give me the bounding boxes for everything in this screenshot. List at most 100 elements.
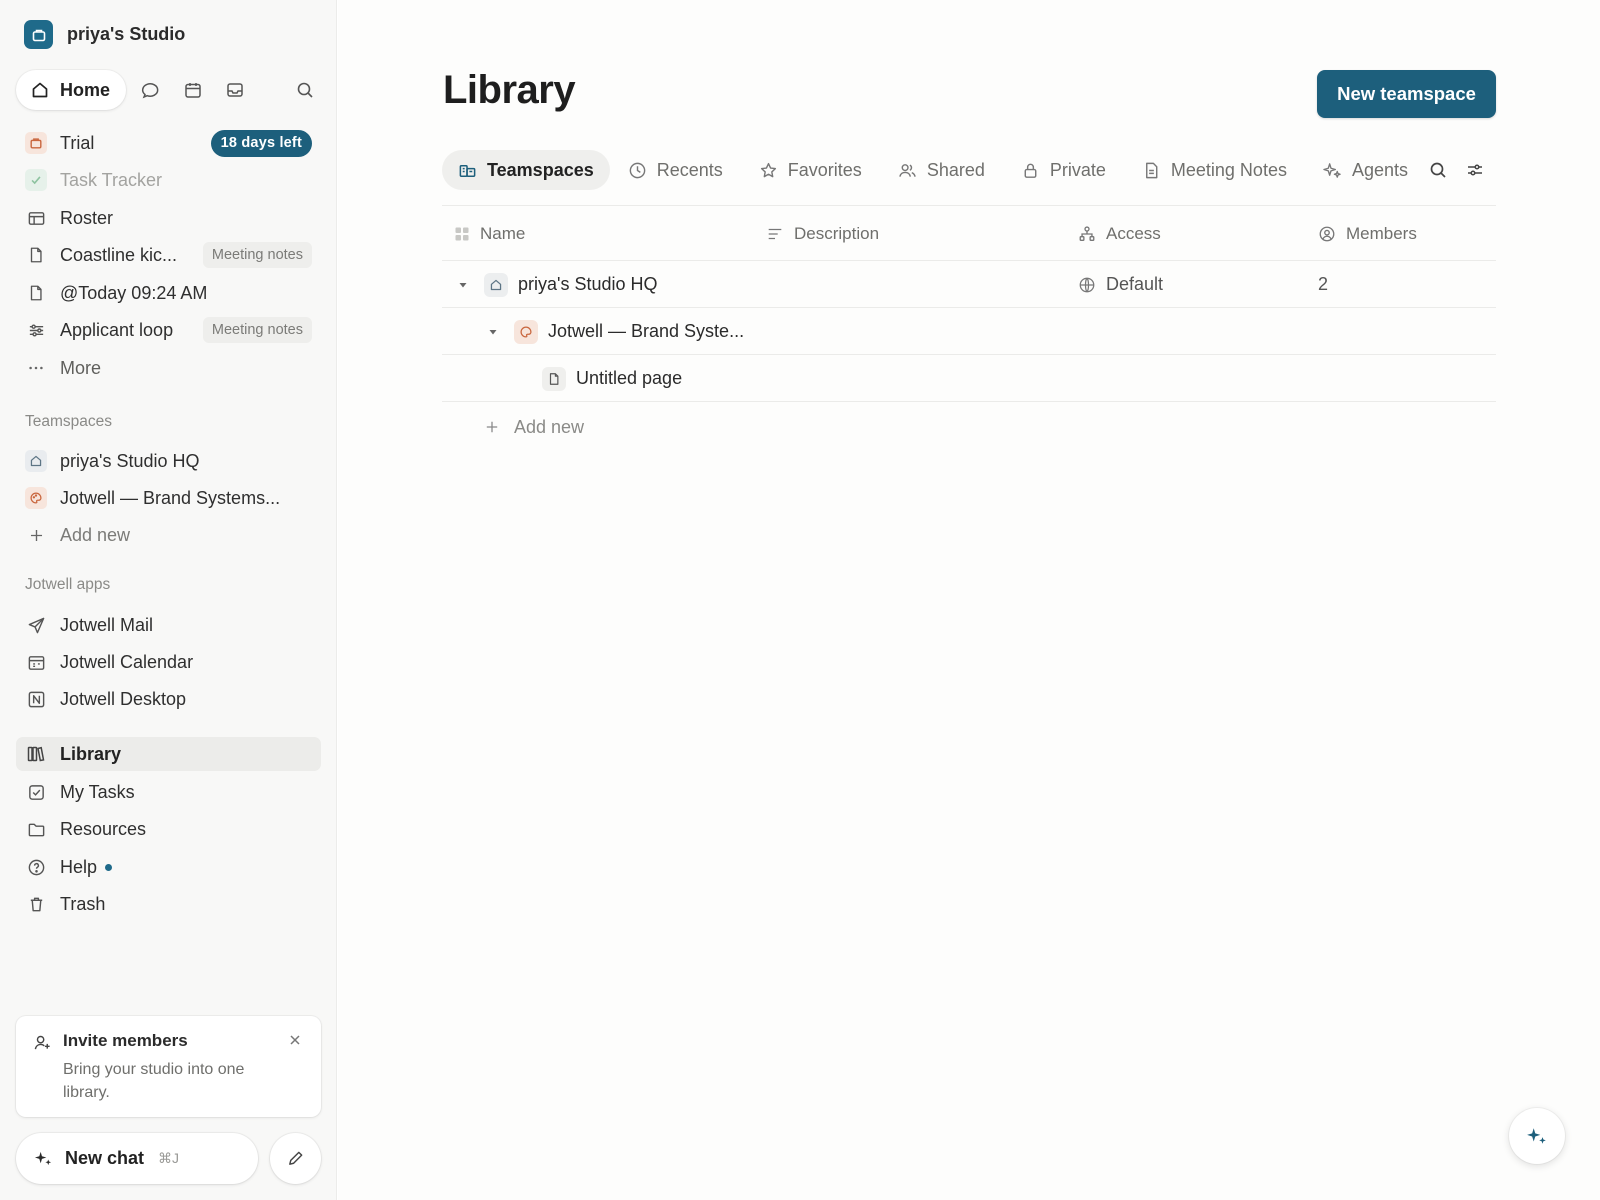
home-icon [484,272,508,297]
document-icon [1145,162,1158,178]
row-access: Default [1106,274,1164,294]
page-icon [542,366,566,391]
home-button[interactable]: Home [16,70,127,110]
tab-label: Shared [926,159,985,180]
sidebar-item-task-tracker[interactable]: Task Tracker [16,163,321,197]
search-icon[interactable] [1423,155,1453,185]
row-name-cell: Untitled page [542,355,682,402]
column-header-members[interactable]: Members [1318,206,1417,262]
sidebar-item-applicant-loop[interactable]: Applicant loop Meeting notes [16,313,321,347]
column-header-description[interactable]: Description [766,206,879,262]
sidebar-item-label: More [60,357,102,378]
tab-recents[interactable]: Recents [610,150,741,190]
chat-icon[interactable] [135,74,167,106]
main-content: Library New teamspace Teamspaces Recents… [338,0,1600,1200]
sidebar-item-label: Task Tracker [60,169,163,190]
sidebar-item-today[interactable]: @Today 09:24 AM [16,276,321,310]
top-nav: Home [16,70,321,110]
sidebar-item-desktop[interactable]: Jotwell Desktop [16,682,321,716]
teamspaces-section-title: Teamspaces [25,413,113,430]
trial-badge[interactable]: 18 days left [210,129,312,157]
sidebar-item-trash[interactable]: Trash [16,887,321,921]
sidebar-item-help[interactable]: Help [16,850,321,884]
sidebar-item-trial[interactable]: Trial 18 days left [16,126,321,160]
close-icon[interactable] [284,1029,306,1051]
invite-title: Invite members [63,1031,188,1050]
column-header-name[interactable]: Name [454,206,525,262]
sidebar-item-calendar[interactable]: Jotwell Calendar [16,645,321,679]
sidebar-item-mail[interactable]: Jotwell Mail [16,608,321,642]
sidebar-item-label: priya's Studio HQ [60,450,200,471]
sidebar-item-my-tasks[interactable]: My Tasks [16,775,321,809]
page-title: Library [443,68,576,112]
table-header: Name Description Access Members [442,205,1496,261]
library-icon [25,743,47,765]
sidebar-item-library[interactable]: Library [16,737,321,771]
sidebar-item-studio-hq[interactable]: priya's Studio HQ [16,444,321,478]
folder-icon [25,818,47,840]
table-row[interactable]: Untitled page [442,355,1496,402]
new-chat-label: New chat [65,1148,145,1168]
teamspaces-table: Name Description Access Members priya's … [442,205,1496,452]
page-icon [25,282,47,304]
sparkle-icon [1527,1128,1546,1144]
caret-down-icon[interactable] [484,323,502,341]
column-header-access[interactable]: Access [1078,206,1161,262]
search-icon[interactable] [289,74,321,106]
home-label: Home [60,79,111,100]
inbox-icon[interactable] [219,74,251,106]
sidebar-item-label: Jotwell Desktop [60,688,187,709]
filter-settings-icon[interactable] [1460,155,1490,185]
tab-private[interactable]: Private [1003,150,1124,190]
sidebar: priya's Studio Home Trial 18 days left T… [0,0,337,1200]
grid-icon [455,227,469,241]
table-row[interactable]: priya's Studio HQ Default 2 [442,261,1496,308]
tab-shared[interactable]: Shared [880,150,1003,190]
compose-button[interactable] [270,1133,321,1184]
trash-icon [25,893,47,915]
home-icon [32,82,48,98]
more-icon [25,357,47,379]
clock-icon [629,162,646,178]
teamspace-icon [459,164,476,177]
tab-meeting-notes[interactable]: Meeting Notes [1124,150,1305,190]
palette-icon [514,319,538,344]
text-lines-icon [768,228,782,240]
tab-teamspaces[interactable]: Teamspaces [442,150,610,190]
plus-icon [486,421,498,433]
tab-label: Private [1049,159,1106,180]
tab-label: Meeting Notes [1170,159,1287,180]
home-icon [25,450,47,472]
sliders-icon [25,319,47,341]
tab-label: Agents [1351,159,1408,180]
workspace-switcher[interactable]: priya's Studio [24,20,185,49]
calendar-icon[interactable] [177,74,209,106]
sidebar-item-roster[interactable]: Roster [16,201,321,235]
sidebar-item-label: Resources [60,818,147,839]
new-chat-button[interactable]: New chat ⌘J [16,1133,258,1184]
caret-down-icon[interactable] [454,276,472,294]
row-name: priya's Studio HQ [518,274,658,294]
meeting-notes-tag: Meeting notes [202,242,312,268]
teamspace-add-new[interactable]: Add new [16,518,321,552]
plus-icon [25,524,47,546]
hierarchy-icon [1079,226,1095,241]
column-header-label: Members [1346,224,1417,243]
sidebar-item-coastline[interactable]: Coastline kic... Meeting notes [16,238,321,272]
new-chat-shortcut: ⌘J [158,1150,180,1166]
apps-section-title: Jotwell apps [25,576,111,593]
add-new-row[interactable]: Add new [442,402,1496,452]
sidebar-item-more[interactable]: More [16,351,321,385]
tab-favorites[interactable]: Favorites [741,150,880,190]
new-teamspace-button[interactable]: New teamspace [1317,70,1496,118]
tab-agents[interactable]: Agents [1305,150,1426,190]
table-row[interactable]: Jotwell — Brand Syste... [442,308,1496,355]
sparkle-icon [34,1151,52,1166]
invite-members-card[interactable]: Invite members Bring your studio into on… [16,1016,321,1117]
row-name-cell: Jotwell — Brand Syste... [484,308,744,355]
sidebar-item-resources[interactable]: Resources [16,812,321,846]
ai-assistant-button[interactable] [1509,1108,1565,1164]
tab-label: Favorites [787,159,862,180]
invite-body: Bring your studio into one library. [63,1061,245,1101]
sidebar-item-jotwell-brand[interactable]: Jotwell — Brand Systems... [16,481,321,515]
